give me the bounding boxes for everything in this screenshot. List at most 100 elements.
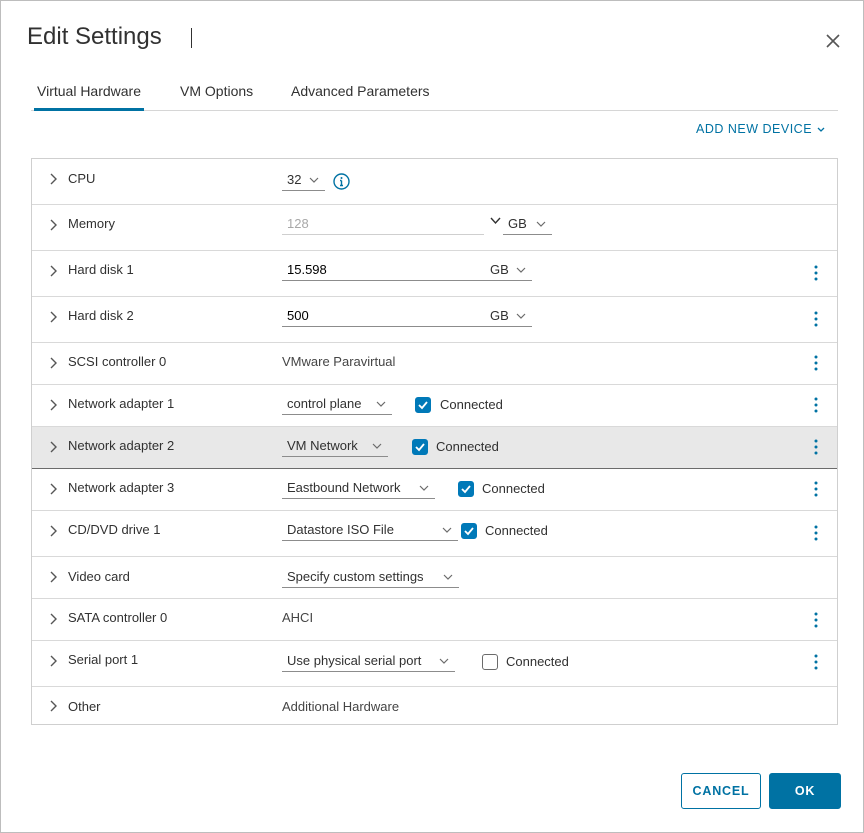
row-video-card: Video card Specify custom settings (32, 557, 837, 599)
hard-disk-1-value: 15.598 (287, 262, 327, 277)
chevron-right-icon[interactable] (48, 357, 58, 369)
chevron-right-icon[interactable] (48, 219, 58, 231)
more-actions-icon[interactable] (810, 652, 822, 672)
video-card-value: Specify custom settings (287, 569, 424, 584)
row-label: Video card (68, 569, 130, 584)
chevron-right-icon[interactable] (48, 700, 58, 712)
other-value: Additional Hardware (282, 699, 400, 714)
connected-label: Connected (440, 397, 503, 412)
tab-vm-options[interactable]: VM Options (180, 83, 253, 111)
row-other: Other Additional Hardware (32, 687, 837, 724)
more-actions-icon[interactable] (810, 610, 822, 630)
cd-dvd-connected-checkbox[interactable] (461, 523, 477, 539)
video-card-select[interactable]: Specify custom settings (282, 566, 459, 588)
row-cpu: CPU 32 (32, 159, 837, 205)
row-label: SATA controller 0 (68, 610, 168, 625)
more-actions-icon[interactable] (810, 395, 822, 415)
add-new-device-button[interactable]: ADD NEW DEVICE (696, 122, 825, 136)
network-3-connected-checkbox[interactable] (458, 481, 474, 497)
network-3-value: Eastbound Network (287, 480, 401, 495)
add-new-device-label: ADD NEW DEVICE (696, 122, 813, 136)
chevron-right-icon[interactable] (48, 311, 58, 323)
cd-dvd-value: Datastore ISO File (287, 522, 394, 537)
hard-disk-2-input[interactable]: 500 (282, 305, 482, 327)
memory-unit-select[interactable]: GB (503, 213, 552, 235)
network-2-select[interactable]: VM Network (282, 435, 388, 457)
row-network-adapter-2: Network adapter 2 VM Network Connected (32, 427, 837, 469)
row-label: Memory (68, 216, 115, 231)
checkmark-icon (415, 443, 425, 452)
serial-port-value: Use physical serial port (287, 653, 422, 668)
sata-type: AHCI (282, 610, 314, 625)
hard-disk-1-unit-select[interactable]: GB (482, 259, 532, 281)
close-icon (826, 34, 840, 48)
more-actions-icon[interactable] (810, 437, 822, 457)
scsi-type: VMware Paravirtual (282, 354, 396, 369)
chevron-down-icon[interactable] (490, 217, 501, 225)
chevron-right-icon[interactable] (48, 399, 58, 411)
text-cursor (191, 28, 192, 48)
serial-port-select[interactable]: Use physical serial port (282, 650, 455, 672)
row-label: Hard disk 1 (68, 262, 134, 277)
ok-button[interactable]: OK (769, 773, 841, 809)
serial-port-connected-checkbox[interactable] (482, 654, 498, 670)
connected-label: Connected (485, 523, 548, 538)
more-actions-icon[interactable] (810, 309, 822, 329)
checkmark-icon (464, 527, 474, 536)
cpu-select[interactable]: 32 (282, 169, 325, 191)
row-sata-controller: SATA controller 0 AHCI (32, 599, 837, 641)
row-cd-dvd-drive: CD/DVD drive 1 Datastore ISO File Connec… (32, 511, 837, 557)
chevron-right-icon[interactable] (48, 173, 58, 185)
more-actions-icon[interactable] (810, 479, 822, 499)
hard-disk-1-unit: GB (490, 262, 509, 277)
network-1-connected-checkbox[interactable] (415, 397, 431, 413)
checkmark-icon (418, 401, 428, 410)
tab-virtual-hardware[interactable]: Virtual Hardware (34, 83, 145, 111)
tab-advanced-parameters[interactable]: Advanced Parameters (291, 83, 430, 111)
chevron-right-icon[interactable] (48, 483, 58, 495)
memory-value: 128 (287, 216, 309, 231)
chevron-down-icon (442, 527, 452, 533)
connected-label: Connected (506, 654, 569, 669)
edit-settings-dialog: Edit Settings Virtual Hardware VM Option… (0, 0, 864, 833)
chevron-right-icon[interactable] (48, 613, 58, 625)
row-label: Network adapter 1 (68, 396, 175, 411)
more-actions-icon[interactable] (810, 353, 822, 373)
cd-dvd-select[interactable]: Datastore ISO File (282, 519, 458, 541)
info-icon[interactable] (333, 173, 350, 190)
chevron-right-icon[interactable] (48, 571, 58, 583)
hard-disk-1-input[interactable]: 15.598 (282, 259, 482, 281)
more-actions-icon[interactable] (810, 263, 822, 283)
network-1-select[interactable]: control plane (282, 393, 392, 415)
network-2-connected-checkbox[interactable] (412, 439, 428, 455)
connected-label: Connected (436, 439, 499, 454)
chevron-down-icon (516, 267, 526, 273)
chevron-right-icon[interactable] (48, 265, 58, 277)
network-3-select[interactable]: Eastbound Network (282, 477, 435, 499)
row-memory: Memory 128 GB (32, 205, 837, 251)
chevron-right-icon[interactable] (48, 655, 58, 667)
row-network-adapter-1: Network adapter 1 control plane Connecte… (32, 385, 837, 427)
dialog-title: Edit Settings (27, 23, 162, 50)
chevron-down-icon (439, 658, 449, 664)
row-label: Network adapter 2 (68, 438, 175, 453)
more-actions-icon[interactable] (810, 523, 822, 543)
memory-input[interactable]: 128 (282, 213, 484, 235)
chevron-down-icon (443, 574, 453, 580)
hard-disk-2-unit-select[interactable]: GB (482, 305, 532, 327)
network-2-value: VM Network (287, 438, 358, 453)
chevron-down-icon (372, 443, 382, 449)
chevron-right-icon[interactable] (48, 525, 58, 537)
chevron-down-icon (376, 401, 386, 407)
chevron-right-icon[interactable] (48, 441, 58, 453)
hard-disk-2-value: 500 (287, 308, 309, 323)
row-label: Serial port 1 (68, 652, 139, 667)
row-network-adapter-3: Network adapter 3 Eastbound Network Conn… (32, 469, 837, 511)
network-1-value: control plane (287, 396, 362, 411)
chevron-down-icon (536, 221, 546, 227)
chevron-down-icon (817, 127, 825, 132)
row-label: Other (68, 699, 101, 714)
cancel-button[interactable]: CANCEL (681, 773, 761, 809)
close-button[interactable] (819, 27, 847, 55)
chevron-down-icon (309, 177, 319, 183)
